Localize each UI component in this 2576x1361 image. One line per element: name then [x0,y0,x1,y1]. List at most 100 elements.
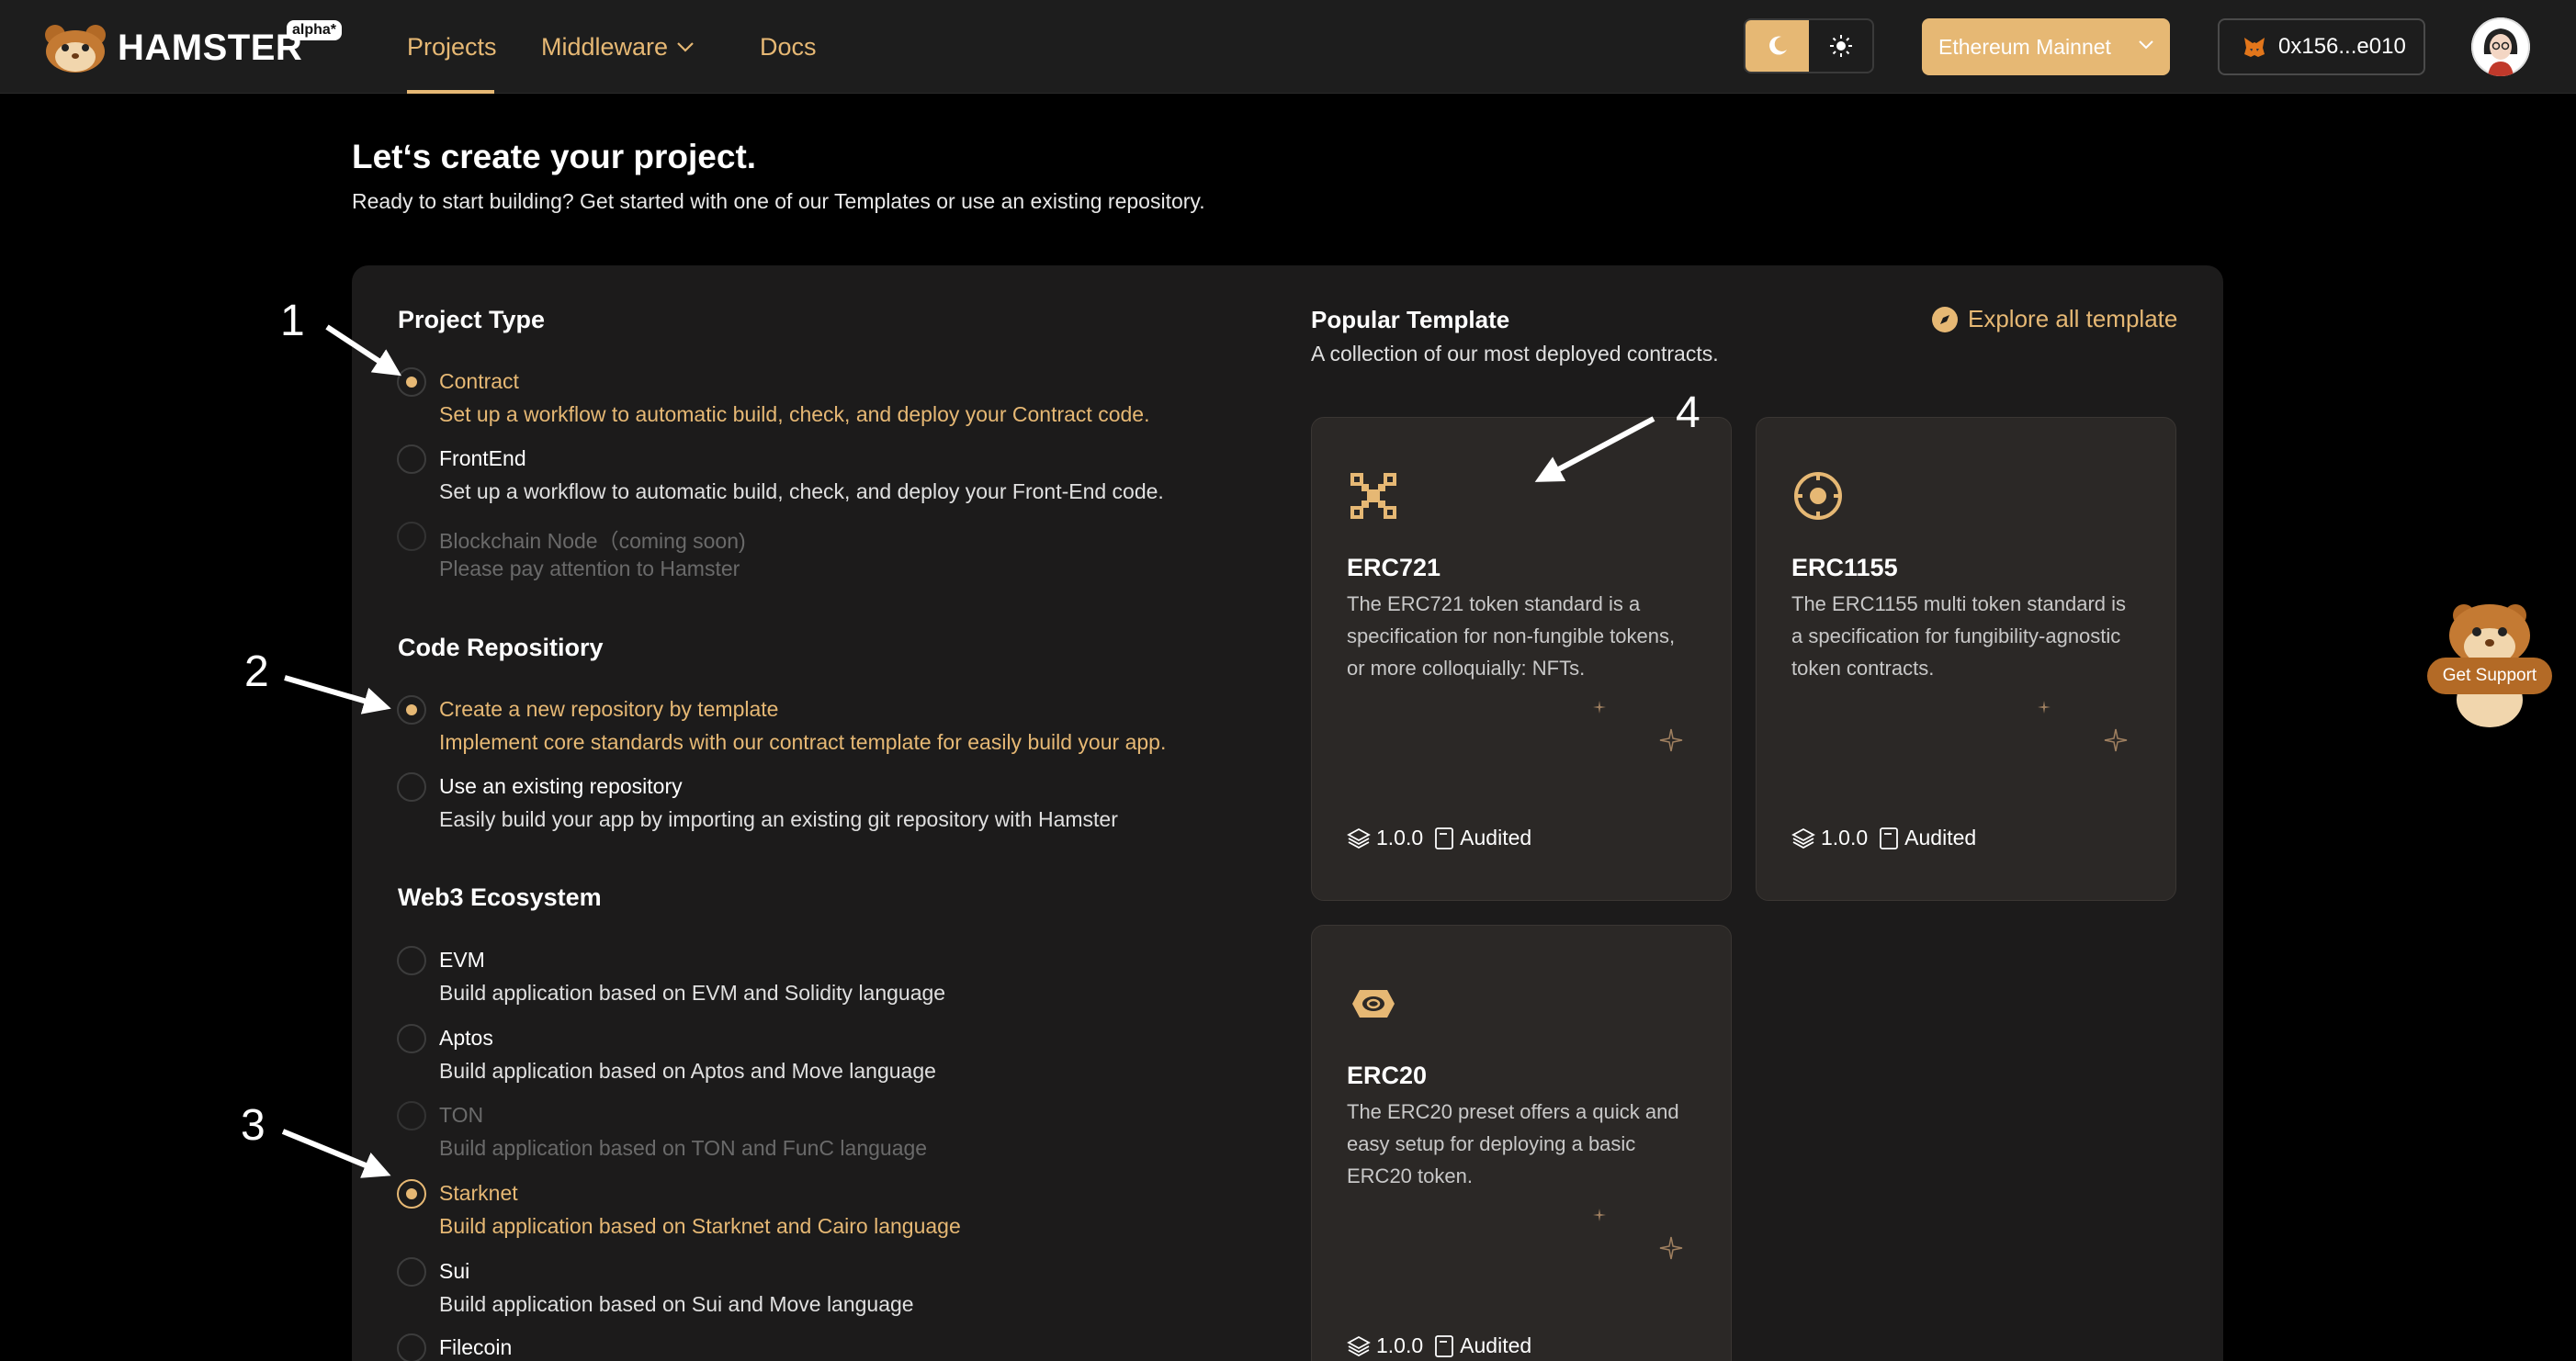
audit-label: Audited [1460,1333,1532,1357]
popular-template-title: Popular Template [1311,306,1510,333]
option-description: Build application based on EVM and Solid… [439,981,946,1005]
get-support-widget[interactable]: Get Support [2422,597,2558,731]
option-description: Please pay attention to Hamster [439,557,740,580]
alpha-badge: alpha* [287,20,343,40]
sparkle-icon [2104,728,2128,752]
explore-all-template-link[interactable]: Explore all template [1931,305,2177,333]
radio-filecoin[interactable] [397,1333,426,1361]
annotation-number: 4 [1676,388,1700,437]
radio-use-existing[interactable] [397,772,426,802]
radio-frontend[interactable] [397,444,426,474]
sparkle-icon [1659,1236,1683,1260]
option-label: Use an existing repository [439,774,683,798]
sparkle-icon [1593,701,1606,714]
template-meta: 1.0.0 Audited [1791,826,1976,850]
template-name: ERC721 [1347,554,1441,581]
get-support-label: Get Support [2427,658,2552,694]
option-description: Build application based on Starknet and … [439,1214,961,1238]
nav-active-indicator [407,90,494,94]
radio-blockchain-node [397,522,426,551]
layers-icon [1347,1335,1371,1356]
nav-projects[interactable]: Projects [407,33,497,61]
code-repository-title: Code Repositiory [398,634,604,661]
option-label: Sui [439,1259,470,1283]
top-navigation-bar: HAMSTER alpha* Projects Middleware Docs … [0,0,2576,94]
logo-wordmark: HAMSTER [118,27,303,68]
sparkle-icon [1593,1209,1606,1221]
compass-icon [1932,306,1958,332]
audit-label: Audited [1460,826,1532,849]
version-info: 1.0.0 [1347,1333,1423,1358]
chevron-down-icon [677,42,694,52]
sparkle-icon [1659,728,1683,752]
network-label: Ethereum Mainnet [1938,34,2111,59]
option-description: Build application based on Aptos and Mov… [439,1059,936,1083]
template-card-erc1155[interactable]: ERC1155 The ERC1155 multi token standard… [1756,417,2176,901]
option-description: Set up a workflow to automatic build, ch… [439,479,1164,503]
template-meta: 1.0.0 Audited [1347,826,1531,850]
option-label: Aptos [439,1026,493,1050]
hamster-mascot-icon [45,25,106,73]
layers-icon [1347,827,1371,849]
option-label: FrontEnd [439,446,526,470]
light-mode-button[interactable] [1809,20,1872,72]
option-description: Build application based on Sui and Move … [439,1292,914,1316]
dark-mode-button[interactable] [1746,20,1809,72]
page-title: Let‘s create your project. [352,138,757,175]
template-description: The ERC20 preset offers a quick and easy… [1347,1100,1679,1187]
avatar-icon [2471,17,2530,76]
token-coin-icon [1352,990,1395,1018]
option-label: EVM [439,948,485,972]
radio-evm[interactable] [397,946,426,975]
chevron-down-icon [2139,40,2153,50]
audit-label: Audited [1904,826,1977,849]
sun-icon [1829,35,1852,57]
radio-create-by-template[interactable] [397,695,426,725]
network-selector[interactable]: Ethereum Mainnet [1922,18,2170,75]
wallet-button[interactable]: 0x156...e010 [2218,18,2425,75]
option-label: Blockchain Node（coming soon) [439,529,746,553]
radio-contract[interactable] [397,367,426,397]
web3-ecosystem-title: Web3 Ecosystem [398,883,602,911]
layers-icon [1791,827,1815,849]
template-meta: 1.0.0 Audited [1347,1333,1531,1358]
theme-toggle [1744,18,1874,73]
metamask-fox-icon [2244,38,2265,57]
option-label: Filecoin [439,1335,513,1359]
moon-icon [1768,36,1787,55]
template-name: ERC1155 [1791,554,1898,581]
template-name: ERC20 [1347,1062,1428,1089]
radio-ton [397,1101,426,1130]
hamster-logo[interactable]: HAMSTER alpha* [42,20,343,73]
ecosystem-filecoin[interactable]: Filecoin [397,1333,1224,1361]
version-label: 1.0.0 [1376,826,1424,849]
option-description: Build application based on TON and FunC … [439,1136,928,1160]
popular-template-subtitle: A collection of our most deployed contra… [1311,342,1719,366]
explore-label: Explore all template [1968,305,2178,332]
user-avatar[interactable] [2471,17,2530,76]
audit-info: Audited [1434,826,1531,850]
annotation-number: 2 [244,647,269,696]
template-description: The ERC721 token standard is a specifica… [1347,592,1676,680]
template-card-erc20[interactable]: ERC20 The ERC20 preset offers a quick an… [1311,925,1732,1361]
sparkle-icon [2038,701,2051,714]
option-label: Create a new repository by template [439,697,779,721]
option-description: Implement core standards with our contra… [439,730,1167,754]
nav-docs[interactable]: Docs [760,33,817,61]
option-label: Contract [439,369,519,393]
radio-sui[interactable] [397,1257,426,1287]
radio-aptos[interactable] [397,1024,426,1053]
annotation-number: 3 [241,1101,266,1150]
template-card-erc721[interactable]: ERC721 The ERC721 token standard is a sp… [1311,417,1732,901]
option-description: Set up a workflow to automatic build, ch… [439,402,1150,426]
audit-info: Audited [1879,826,1976,850]
nav-middleware[interactable]: Middleware [541,33,695,61]
audit-info: Audited [1434,1333,1531,1358]
nav-middleware-label: Middleware [541,33,669,61]
radio-starknet[interactable] [397,1179,426,1209]
multi-token-icon [1794,472,1842,520]
version-label: 1.0.0 [1821,826,1869,849]
document-icon [1880,827,1899,849]
document-icon [1435,827,1454,849]
nft-grid-icon [1350,473,1396,519]
